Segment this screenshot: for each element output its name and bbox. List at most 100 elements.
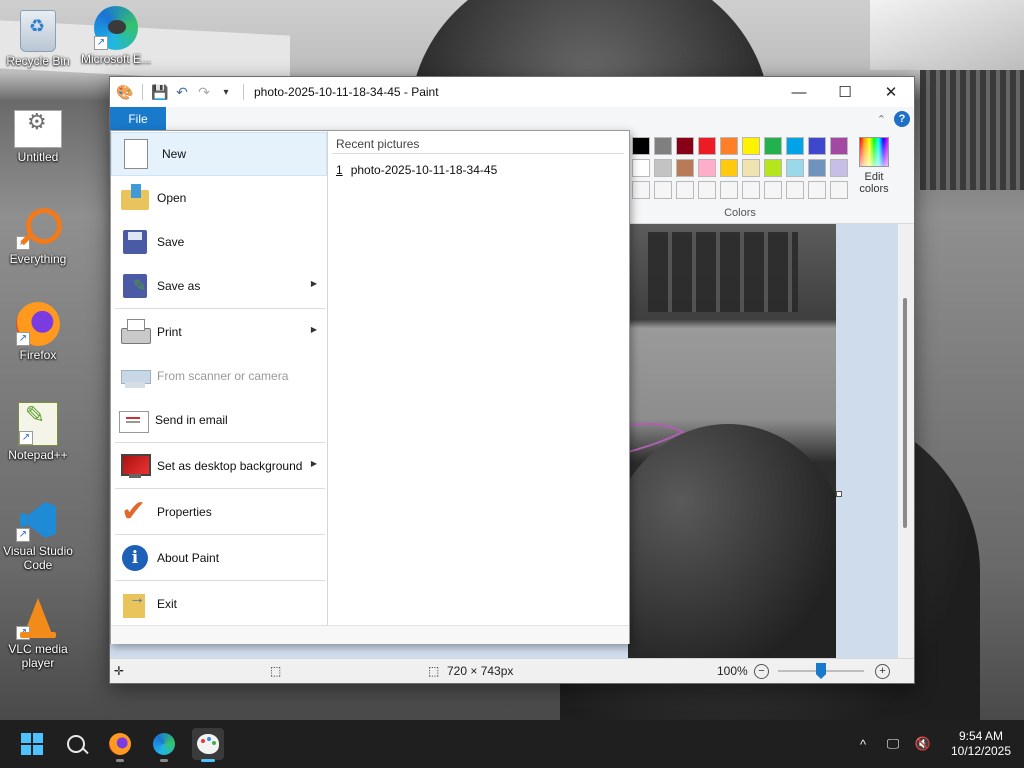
minimize-button[interactable]: — <box>776 77 822 107</box>
color-swatch[interactable] <box>720 159 738 177</box>
color-swatch[interactable] <box>742 159 760 177</box>
menu-item-open[interactable]: Open <box>111 176 327 220</box>
menu-item-send-email[interactable]: Send in email <box>111 398 327 442</box>
color-swatch[interactable] <box>742 181 760 199</box>
network-icon[interactable]: 🖵 <box>882 736 904 752</box>
undo-icon[interactable]: ↶ <box>173 83 191 101</box>
resize-handle[interactable] <box>836 491 842 497</box>
zoom-slider-thumb[interactable] <box>816 663 826 679</box>
taskbar-paint[interactable] <box>192 728 224 762</box>
notepadpp-icon: ↗ <box>18 402 58 446</box>
menu-item-exit[interactable]: Exit <box>111 582 327 626</box>
close-button[interactable]: ✕ <box>868 77 914 107</box>
edit-colors-label: Edit colors <box>859 171 889 195</box>
open-folder-icon <box>119 182 151 214</box>
wallpaper-fence <box>920 70 1024 190</box>
color-swatch[interactable] <box>764 159 782 177</box>
menu-item-save[interactable]: Save <box>111 220 327 264</box>
color-swatch[interactable] <box>632 181 650 199</box>
menu-item-set-desktop-background[interactable]: Set as desktop background ▶ <box>111 444 327 488</box>
color-swatch[interactable] <box>676 159 694 177</box>
recent-picture-item[interactable]: 1 photo-2025-10-11-18-34-45 <box>336 163 497 177</box>
collapse-ribbon-icon[interactable]: ⌃ <box>877 113 886 126</box>
color-swatch[interactable] <box>654 137 672 155</box>
scanner-icon <box>119 360 151 392</box>
taskbar-edge[interactable] <box>148 728 180 762</box>
color-swatch[interactable] <box>786 159 804 177</box>
menu-item-label: Save as <box>157 279 201 293</box>
image-canvas[interactable] <box>628 224 836 658</box>
desktop-icon-edge[interactable]: ↗ Microsoft E... <box>78 6 154 66</box>
help-icon[interactable]: ? <box>894 111 910 127</box>
file-menu: New Open Save Save as ▶ Print ▶ From sca… <box>110 130 630 644</box>
email-icon <box>119 411 149 433</box>
scrollbar-thumb[interactable] <box>903 298 907 528</box>
search-button[interactable] <box>60 728 92 760</box>
edit-colors-button[interactable]: Edit colors <box>854 137 894 195</box>
menu-item-label: Properties <box>157 505 212 519</box>
desktop-icon-vscode[interactable]: ↗ Visual Studio Code <box>0 498 76 572</box>
search-icon <box>67 735 85 753</box>
color-swatch[interactable] <box>786 137 804 155</box>
customize-qat-icon[interactable]: ▾ <box>217 83 235 101</box>
color-swatch[interactable] <box>698 181 716 199</box>
color-swatch[interactable] <box>654 159 672 177</box>
color-swatch[interactable] <box>764 137 782 155</box>
shortcut-arrow-icon: ↗ <box>16 626 30 640</box>
tray-overflow-chevron-icon[interactable]: ^ <box>852 737 874 752</box>
desktop-icon-everything[interactable]: ↗ Everything <box>0 206 76 266</box>
file-menu-commands: New Open Save Save as ▶ Print ▶ From sca… <box>111 131 328 625</box>
menu-item-new[interactable]: New <box>111 132 327 176</box>
color-swatch[interactable] <box>698 159 716 177</box>
color-swatch[interactable] <box>786 181 804 199</box>
color-swatch[interactable] <box>808 181 826 199</box>
color-swatch[interactable] <box>720 181 738 199</box>
color-swatch[interactable] <box>698 137 716 155</box>
paint-app-icon[interactable]: 🎨 <box>116 83 134 101</box>
menu-item-about-paint[interactable]: About Paint <box>111 536 327 580</box>
color-swatch[interactable] <box>632 159 650 177</box>
desktop-icon-recycle-bin[interactable]: Recycle Bin <box>0 10 76 68</box>
menu-item-from-scanner[interactable]: From scanner or camera <box>111 354 327 398</box>
printer-icon <box>119 316 151 348</box>
paint-icon <box>197 734 219 754</box>
color-swatch[interactable] <box>808 159 826 177</box>
shortcut-arrow-icon: ↗ <box>16 528 30 542</box>
color-swatch[interactable] <box>676 181 694 199</box>
ribbon-right-controls: ⌃ ? <box>877 111 910 127</box>
color-swatch[interactable] <box>808 137 826 155</box>
save-icon[interactable]: 💾 <box>151 83 169 101</box>
desktop-icon-firefox[interactable]: ↗ Firefox <box>0 302 76 362</box>
desktop-icon-untitled[interactable]: Untitled <box>0 110 76 164</box>
color-swatch[interactable] <box>632 137 650 155</box>
menu-item-properties[interactable]: Properties <box>111 490 327 534</box>
submenu-arrow-icon: ▶ <box>310 325 317 334</box>
tab-file[interactable]: File <box>110 107 166 131</box>
menu-item-print[interactable]: Print ▶ <box>111 310 327 354</box>
vlc-icon: ↗ <box>16 596 60 640</box>
clock[interactable]: 9:54 AM 10/12/2025 <box>938 729 1024 759</box>
color-swatch[interactable] <box>676 137 694 155</box>
redo-icon[interactable]: ↷ <box>195 83 213 101</box>
color-swatch[interactable] <box>742 137 760 155</box>
everything-search-icon: ↗ <box>16 206 62 250</box>
vertical-scrollbar[interactable] <box>898 224 914 658</box>
menu-item-save-as[interactable]: Save as ▶ <box>111 264 327 308</box>
recent-pictures-panel: Recent pictures 1 photo-2025-10-11-18-34-… <box>328 131 629 625</box>
color-swatch[interactable] <box>830 137 848 155</box>
color-swatch[interactable] <box>830 159 848 177</box>
desktop-icon-vlc[interactable]: ↗ VLC media player <box>0 596 76 670</box>
menu-item-label: About Paint <box>157 551 220 565</box>
color-swatch[interactable] <box>764 181 782 199</box>
color-swatch[interactable] <box>720 137 738 155</box>
color-swatch[interactable] <box>830 181 848 199</box>
desktop-icon-notepadpp[interactable]: ↗ Notepad++ <box>0 402 76 462</box>
color-swatch[interactable] <box>654 181 672 199</box>
zoom-out-button[interactable]: − <box>754 664 769 679</box>
zoom-in-button[interactable]: + <box>875 664 890 679</box>
maximize-button[interactable]: ☐ <box>822 77 868 107</box>
submenu-arrow-icon: ▶ <box>310 459 317 468</box>
taskbar-firefox[interactable] <box>104 728 136 762</box>
start-button[interactable] <box>16 728 48 760</box>
volume-muted-icon[interactable]: 🔇 <box>912 736 934 752</box>
